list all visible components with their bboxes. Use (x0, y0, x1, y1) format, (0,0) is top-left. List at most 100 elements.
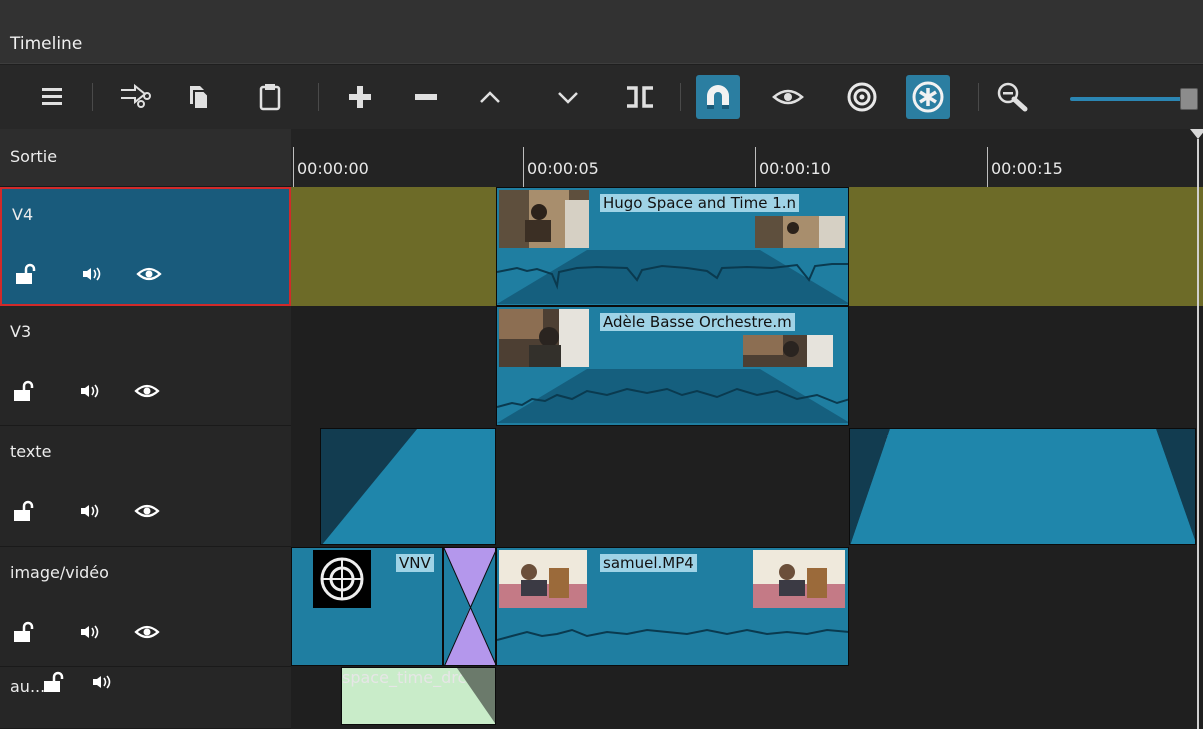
track-header-texte[interactable]: texte (0, 426, 291, 547)
ruler-label: 00:00:10 (759, 159, 831, 178)
output-header: Sortie (0, 129, 291, 187)
audio-waveform (497, 369, 848, 423)
visible-icon[interactable] (134, 621, 160, 643)
lift-button[interactable] (468, 75, 512, 119)
clip-thumbnail (499, 190, 589, 248)
clip-transparent-b[interactable]: transparent (849, 428, 1196, 545)
mute-icon[interactable] (80, 263, 106, 285)
track-lane-texte: transpa transparent (291, 426, 1203, 547)
track-name: image/vidéo (10, 563, 109, 582)
lock-icon[interactable] (42, 671, 64, 693)
mute-icon[interactable] (78, 500, 104, 522)
track-lane-v4: Hugo Space and Time 1.n (291, 187, 1203, 306)
clip-thumbnail (755, 216, 845, 248)
clip-title: VNV (396, 554, 434, 572)
audio-waveform (497, 628, 848, 641)
track-name: au... (10, 677, 46, 696)
scrub-button[interactable] (766, 75, 810, 119)
overwrite-button[interactable] (546, 75, 590, 119)
mute-icon[interactable] (78, 380, 104, 402)
blank-region[interactable] (291, 187, 496, 306)
timeline-toolbar (0, 65, 1203, 129)
clip-thumbnail (743, 335, 833, 367)
playhead-marker[interactable] (1190, 129, 1203, 139)
track-lane-v3: Adèle Basse Orchestre.m (291, 306, 1203, 426)
clip-thumbnail (499, 309, 589, 367)
clip-thumbnail (753, 550, 845, 608)
clip-thumbnail (499, 550, 587, 608)
fade-overlay (850, 429, 1195, 544)
lock-icon[interactable] (12, 380, 34, 402)
panel-titlebar: Timeline (0, 0, 1203, 64)
zoom-slider-handle[interactable] (1180, 88, 1198, 110)
visible-icon[interactable] (134, 500, 160, 522)
remove-button[interactable] (404, 75, 448, 119)
audio-waveform (497, 250, 848, 304)
menu-button[interactable] (30, 75, 74, 119)
snap-icon (707, 85, 729, 109)
ripple-all-button[interactable] (906, 75, 950, 119)
ruler-tick (755, 147, 756, 187)
ruler-tick (987, 147, 988, 187)
time-ruler[interactable]: 00:00:00 00:00:05 00:00:10 00:00:15 (291, 129, 1203, 187)
clip-space-time[interactable]: space_time_drc (341, 667, 496, 725)
ruler-label: 00:00:05 (527, 159, 599, 178)
overwrite-icon (558, 92, 578, 104)
track-header-image-video[interactable]: image/vidéo (0, 547, 291, 667)
copy-icon (190, 86, 209, 110)
lift-icon (480, 91, 500, 103)
track-header-v4[interactable]: V4 (0, 187, 291, 306)
paste-button[interactable] (248, 75, 292, 119)
logo-thumbnail (313, 550, 371, 608)
scrub-icon (772, 89, 804, 105)
track-header-audio[interactable]: au... (0, 667, 291, 729)
clip-title: Hugo Space and Time 1.n (600, 194, 800, 212)
track-name: V3 (10, 322, 32, 341)
timeline-tracks: Hugo Space and Time 1.n Adèle Basse Orch… (291, 187, 1203, 729)
zoom-out-button[interactable] (990, 75, 1034, 119)
clip-hugo-space[interactable]: Hugo Space and Time 1.n (496, 187, 849, 306)
append-icon (349, 86, 371, 108)
transition[interactable] (443, 547, 496, 666)
zoom-slider-track[interactable] (1070, 97, 1184, 101)
clip-adele-basse[interactable]: Adèle Basse Orchestre.m (496, 306, 849, 426)
ruler-label: 00:00:00 (297, 159, 369, 178)
ripple-icon (847, 82, 877, 112)
track-lane-image-video: VNV samuel.MP4 (291, 547, 1203, 667)
cut-icon (121, 83, 151, 108)
mute-icon[interactable] (78, 621, 104, 643)
toolbar-separator (318, 83, 319, 111)
ruler-tick (523, 147, 524, 187)
fade-overlay (321, 429, 495, 544)
copy-button[interactable] (176, 75, 220, 119)
toolbar-separator (978, 83, 979, 111)
lock-icon[interactable] (14, 263, 36, 285)
visible-icon[interactable] (136, 263, 162, 285)
visible-icon[interactable] (134, 380, 160, 402)
blank-region[interactable] (849, 187, 1203, 306)
track-name: texte (10, 442, 52, 461)
clip-vnv[interactable]: VNV (291, 547, 443, 666)
fade-overlay (457, 668, 495, 724)
clip-samuel[interactable]: samuel.MP4 (496, 547, 849, 666)
clip-transparent-a[interactable]: transpa (320, 428, 496, 545)
split-button[interactable] (618, 75, 662, 119)
ripple-button[interactable] (840, 75, 884, 119)
playhead-line (1197, 139, 1199, 729)
snap-button[interactable] (696, 75, 740, 119)
track-lane-audio: space_time_drc (291, 667, 1203, 729)
append-button[interactable] (338, 75, 382, 119)
ruler-label: 00:00:15 (991, 159, 1063, 178)
track-headers: Sortie V4 V3 texte image/vidéo au... (0, 129, 291, 729)
track-header-v3[interactable]: V3 (0, 306, 291, 426)
lock-icon[interactable] (12, 621, 34, 643)
cut-button[interactable] (112, 75, 156, 119)
lock-icon[interactable] (12, 500, 34, 522)
toolbar-separator (92, 83, 93, 111)
mute-icon[interactable] (90, 671, 116, 693)
track-name: V4 (12, 205, 34, 224)
clip-title: samuel.MP4 (600, 554, 697, 572)
clip-title: Adèle Basse Orchestre.m (600, 313, 795, 331)
ripple-all-icon (912, 81, 944, 113)
toolbar-separator (680, 83, 681, 111)
